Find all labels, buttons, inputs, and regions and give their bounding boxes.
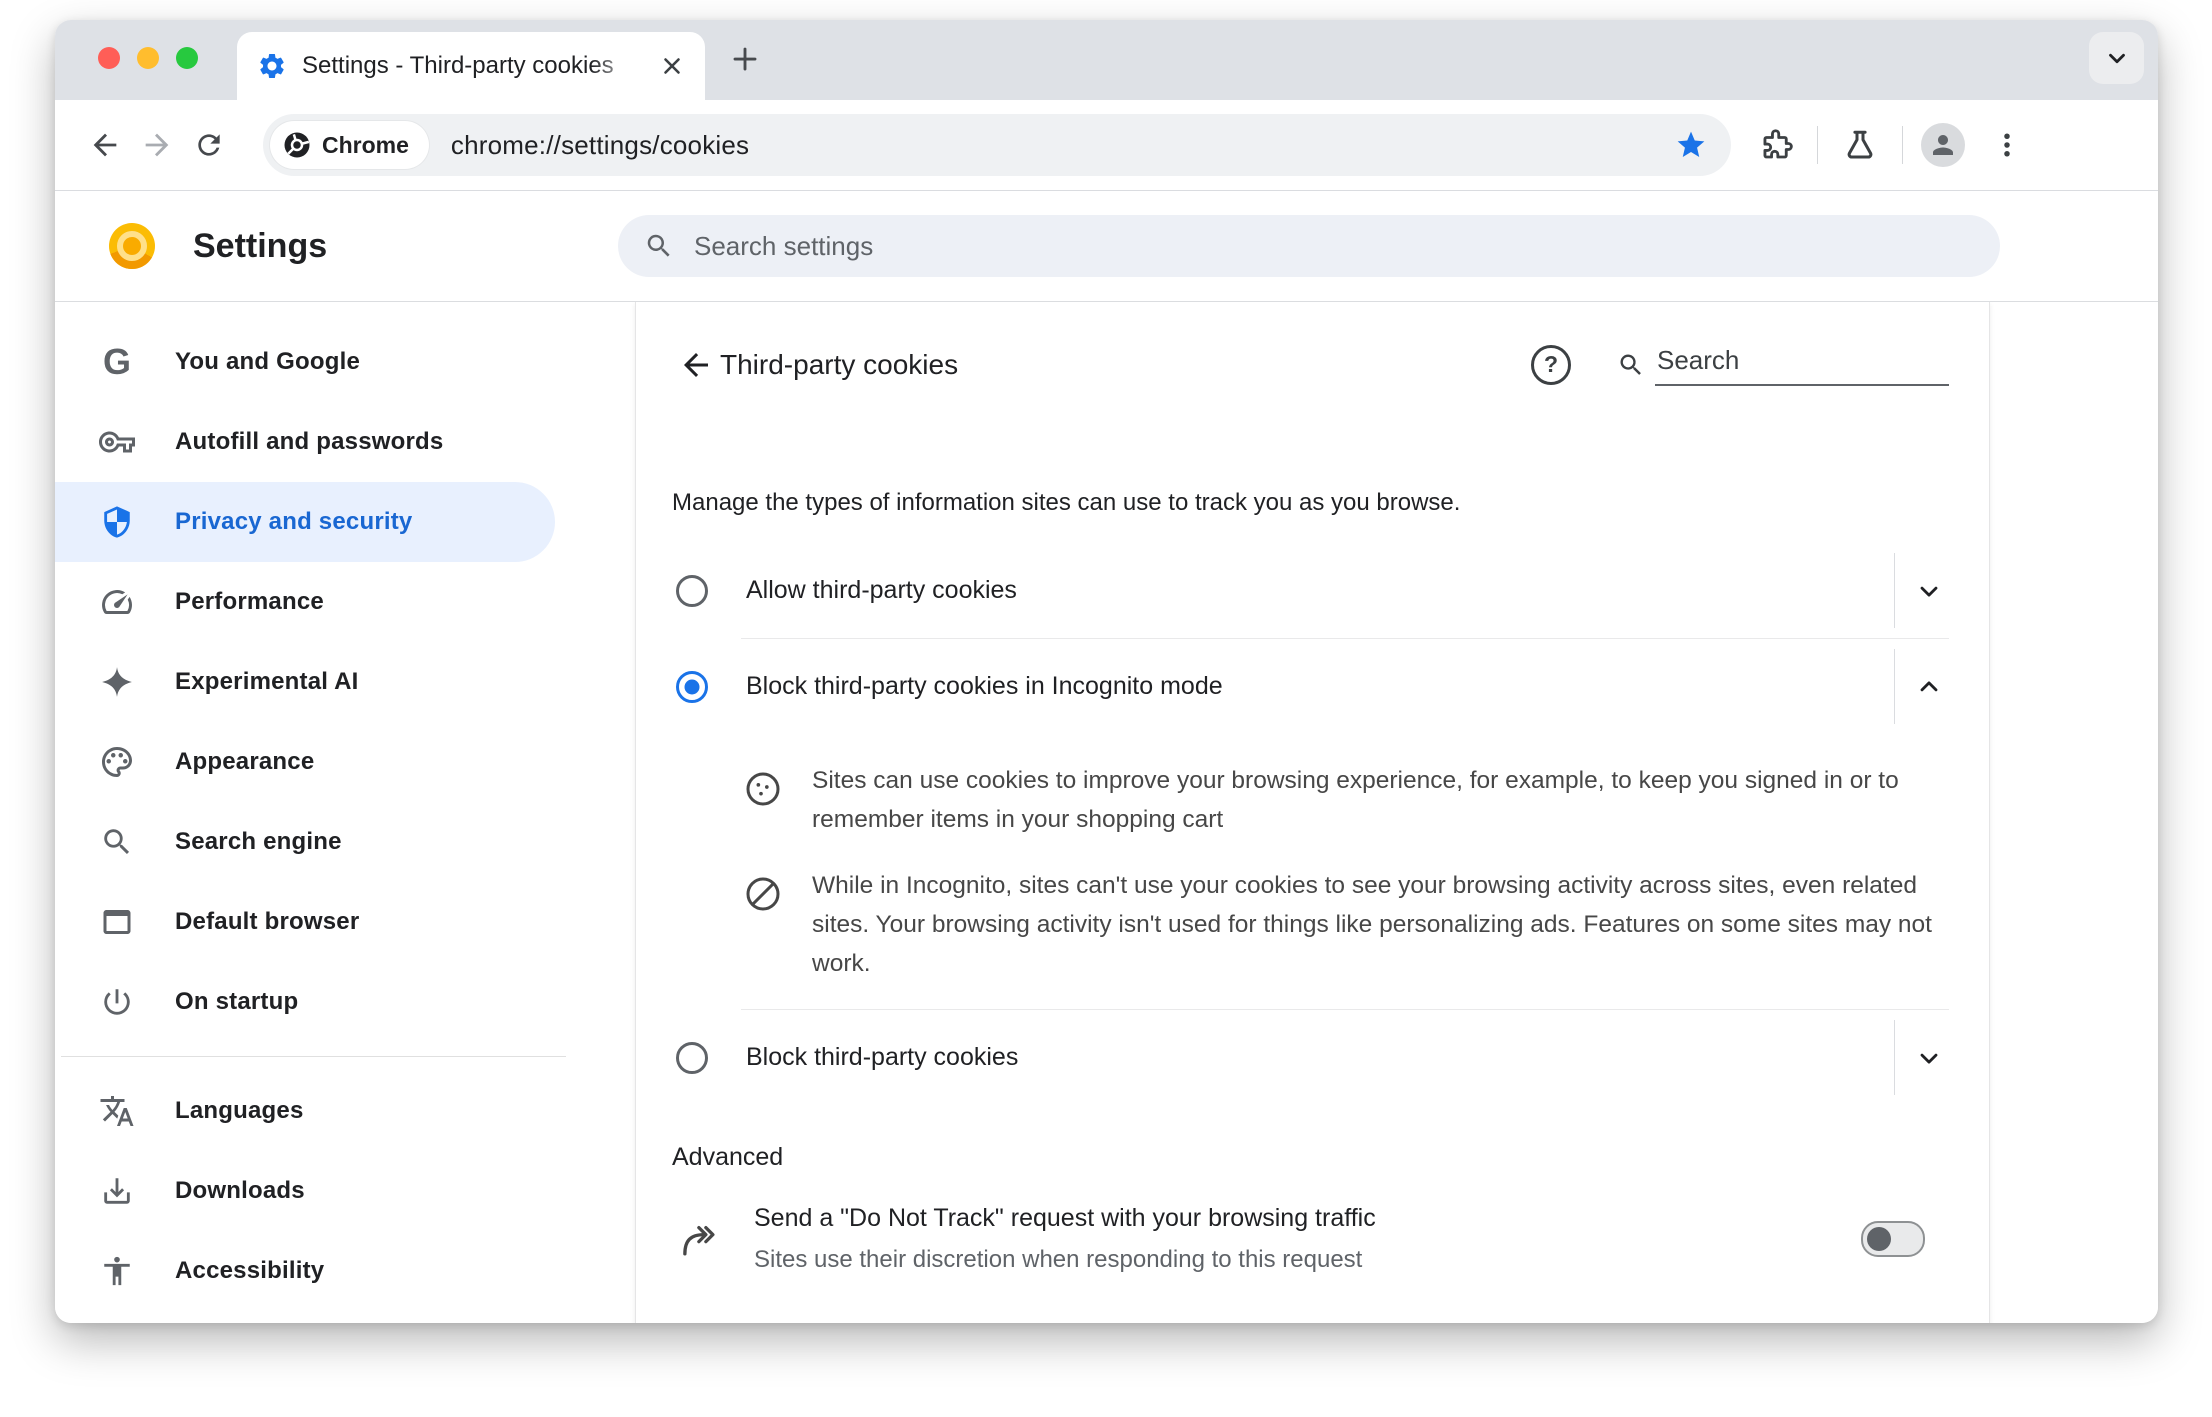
profile-avatar[interactable] [1921, 123, 1965, 167]
settings-gear-favicon [257, 51, 287, 81]
toolbar-divider [1902, 126, 1903, 164]
key-icon [99, 424, 135, 460]
settings-search-bar[interactable] [618, 215, 2000, 277]
cookie-option-row[interactable]: Allow third-party cookies [672, 543, 1949, 638]
sidebar-item-downloads[interactable]: Downloads [55, 1151, 555, 1231]
toolbar-actions [1751, 121, 2031, 169]
chevron-down-icon[interactable] [1903, 565, 1955, 617]
chrome-settings-logo [109, 223, 155, 269]
dnt-subtitle: Sites use their discretion when respondi… [754, 1246, 1363, 1273]
page-search-field[interactable] [1617, 343, 1949, 386]
active-tab[interactable]: Settings - Third-party cookies [237, 32, 705, 100]
radio-button[interactable] [676, 574, 708, 607]
chevron-up-icon[interactable] [1903, 661, 1955, 713]
tab-title: Settings - Third-party cookies [302, 52, 655, 80]
sidebar-item-experimental-ai[interactable]: Experimental AI [55, 642, 555, 722]
search-icon [99, 824, 135, 860]
chrome-url-chip[interactable]: Chrome [270, 121, 429, 169]
google-g-icon: G [102, 341, 131, 382]
detail-item: While in Incognito, sites can't use your… [672, 866, 1949, 983]
cookie-options-list: Allow third-party cookies Block third-pa… [672, 543, 1949, 1105]
radio-button[interactable] [676, 670, 708, 703]
browser-toolbar: Chrome chrome://settings/cookies [55, 100, 2158, 191]
back-arrow-icon[interactable] [672, 341, 720, 389]
bookmark-star-icon[interactable] [1669, 123, 1713, 167]
settings-sidebar: G You and Google Autofill and passwords … [55, 302, 635, 1323]
sidebar-divider [61, 1056, 566, 1057]
sidebar-item-you-and-google[interactable]: G You and Google [55, 322, 555, 402]
row-divider [1894, 553, 1895, 628]
sidebar-item-appearance[interactable]: Appearance [55, 722, 555, 802]
tab-overview-button[interactable] [2089, 32, 2144, 84]
labs-flask-icon[interactable] [1836, 121, 1884, 169]
sidebar-item-privacy-and-security[interactable]: Privacy and security [55, 482, 555, 562]
extensions-puzzle-icon[interactable] [1751, 121, 1799, 169]
cookie-option-row[interactable]: Block third-party cookies [672, 1010, 1949, 1105]
blocked-icon [741, 872, 785, 916]
tab-close-icon[interactable] [655, 49, 689, 83]
page-header: Third-party cookies ? [672, 302, 1949, 427]
tab-strip: Settings - Third-party cookies [55, 20, 2158, 100]
cookie-option-row[interactable]: Block third-party cookies in Incognito m… [672, 639, 1949, 734]
desktop-background: Settings - Third-party cookies Chrome ch… [0, 0, 2212, 1417]
settings-title: Settings [193, 226, 328, 265]
sidebar-item-default-browser[interactable]: Default browser [55, 882, 555, 962]
detail-item: Sites can use cookies to improve your br… [672, 761, 1949, 839]
browser-window: Settings - Third-party cookies Chrome ch… [55, 20, 2158, 1323]
search-icon [1620, 353, 1641, 375]
minimize-window-button[interactable] [137, 47, 159, 69]
toolbar-divider [1817, 126, 1818, 164]
radio-button[interactable] [676, 1041, 708, 1074]
option-expanded-details: Sites can use cookies to improve your br… [672, 761, 1949, 1009]
page-title: Third-party cookies [720, 348, 959, 380]
third-party-cookies-page: Third-party cookies ? Manage the types o… [635, 302, 1990, 1323]
cookie-icon [741, 767, 785, 811]
search-icon [647, 234, 670, 257]
sidebar-item-languages[interactable]: Languages [55, 1071, 555, 1151]
row-divider [1894, 1020, 1895, 1095]
page-intro-text: Manage the types of information sites ca… [672, 489, 1461, 516]
sparkle-icon [99, 664, 135, 700]
new-tab-button[interactable] [723, 37, 767, 81]
sidebar-item-search-engine[interactable]: Search engine [55, 802, 555, 882]
macos-traffic-lights [98, 47, 198, 69]
palette-icon [99, 744, 135, 780]
settings-search-input[interactable] [692, 229, 1974, 263]
browser-menu-kebab-icon[interactable] [1983, 121, 2031, 169]
sidebar-item-accessibility[interactable]: Accessibility [55, 1231, 555, 1311]
toggle-knob [1867, 1227, 1891, 1251]
do-not-track-icon [676, 1217, 720, 1261]
sidebar-item-on-startup[interactable]: On startup [55, 962, 555, 1042]
download-icon [99, 1173, 135, 1209]
address-bar[interactable]: Chrome chrome://settings/cookies [263, 114, 1731, 176]
chrome-chip-label: Chrome [322, 131, 409, 158]
settings-header: Settings [55, 191, 2158, 302]
shield-icon [99, 504, 135, 540]
power-icon [99, 984, 135, 1020]
do-not-track-row: Send a "Do Not Track" request with your … [672, 1204, 1949, 1274]
row-divider [1894, 649, 1895, 724]
help-icon[interactable]: ? [1531, 344, 1571, 385]
sidebar-item-performance[interactable]: Performance [55, 562, 555, 642]
speedometer-icon [99, 584, 135, 620]
close-window-button[interactable] [98, 47, 120, 69]
reload-button[interactable] [183, 119, 235, 171]
settings-body: G You and Google Autofill and passwords … [55, 302, 2158, 1323]
page-search-input[interactable] [1655, 343, 1949, 386]
chrome-logo-icon [284, 132, 310, 158]
sidebar-item-autofill[interactable]: Autofill and passwords [55, 402, 555, 482]
url-text[interactable]: chrome://settings/cookies [451, 130, 749, 161]
forward-button[interactable] [131, 119, 183, 171]
dnt-toggle[interactable] [1861, 1221, 1925, 1257]
browser-window-icon [99, 904, 135, 940]
accessibility-icon [99, 1253, 135, 1289]
dnt-title: Send a "Do Not Track" request with your … [754, 1204, 1376, 1232]
advanced-section-label: Advanced [672, 1143, 784, 1171]
back-button[interactable] [79, 119, 131, 171]
fullscreen-window-button[interactable] [176, 47, 198, 69]
chevron-down-icon[interactable] [1903, 1032, 1955, 1084]
translate-icon [99, 1093, 135, 1129]
